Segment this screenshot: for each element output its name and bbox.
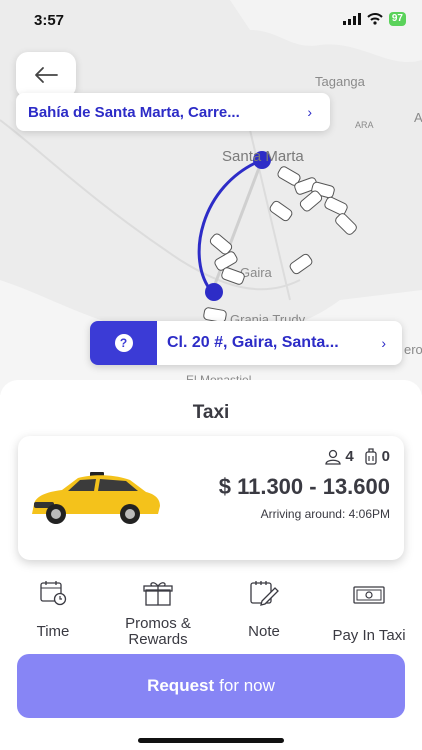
back-button[interactable] xyxy=(16,52,76,98)
destination-help[interactable]: ? xyxy=(90,321,157,365)
request-button[interactable]: Request for now xyxy=(17,654,405,718)
battery-icon: 97 xyxy=(388,12,406,26)
status-bar: 3:57 97 xyxy=(0,0,422,44)
luggage-count: 0 xyxy=(381,448,390,465)
taxi-marker xyxy=(221,267,245,285)
passenger-count: 4 xyxy=(345,448,354,465)
destination-address-pill[interactable]: ? Cl. 20 #, Gaira, Santa... › xyxy=(90,321,402,365)
taxi-marker xyxy=(289,253,313,275)
origin-address: Bahía de Santa Marta, Carre... xyxy=(28,103,240,121)
taxi-marker xyxy=(269,200,293,222)
signal-icon xyxy=(342,13,361,25)
taxi-marker xyxy=(324,196,348,216)
question-icon: ? xyxy=(114,334,133,352)
note-edit-icon xyxy=(250,581,279,606)
wifi-icon xyxy=(367,13,383,25)
option-note-label: Note xyxy=(248,623,280,640)
status-time: 3:57 xyxy=(34,12,65,29)
option-pay-label: Pay In Taxi xyxy=(332,627,406,644)
capacity-info: 4 0 xyxy=(325,448,390,465)
origin-address-pill[interactable]: Bahía de Santa Marta, Carre... › xyxy=(16,93,330,131)
taxi-service-card[interactable]: 4 0 $ 11.300 - 13.600 Arriving around: 4… xyxy=(18,436,404,560)
option-time-label: Time xyxy=(36,623,70,640)
home-indicator xyxy=(138,738,284,743)
arrival-time: Arriving around: 4:06PM xyxy=(260,507,390,521)
bottom-sheet: Taxi 4 0 $ 11.300 - 13.600 Arriving arou… xyxy=(0,380,422,750)
status-icons: 97 xyxy=(342,12,406,26)
service-title: Taxi xyxy=(192,402,230,423)
taxi-car-icon xyxy=(32,472,160,524)
option-promos-label: Promos & Rewards xyxy=(125,615,191,648)
luggage-icon xyxy=(365,448,377,465)
fare-price: $ 11.300 - 13.600 xyxy=(218,474,390,499)
chevron-right-icon: › xyxy=(381,335,386,351)
request-button-bold: Request xyxy=(147,676,215,695)
person-icon xyxy=(325,449,341,465)
calendar-clock-icon xyxy=(40,581,67,606)
option-note[interactable]: Note xyxy=(214,576,314,640)
option-pay[interactable]: Pay In Taxi xyxy=(319,576,419,644)
taxi-marker xyxy=(335,213,357,235)
option-promos[interactable]: Promos & Rewards xyxy=(108,576,208,648)
trip-options: Time Promos & Rewards Note Pay In Taxi xyxy=(0,576,422,648)
request-button-rest: for now xyxy=(219,676,275,695)
cash-icon xyxy=(353,586,385,604)
option-time[interactable]: Time xyxy=(3,576,103,640)
arrow-left-icon xyxy=(35,67,58,83)
gift-icon xyxy=(143,582,173,606)
chevron-right-icon: › xyxy=(307,104,312,120)
destination-address: Cl. 20 #, Gaira, Santa... xyxy=(167,334,339,351)
